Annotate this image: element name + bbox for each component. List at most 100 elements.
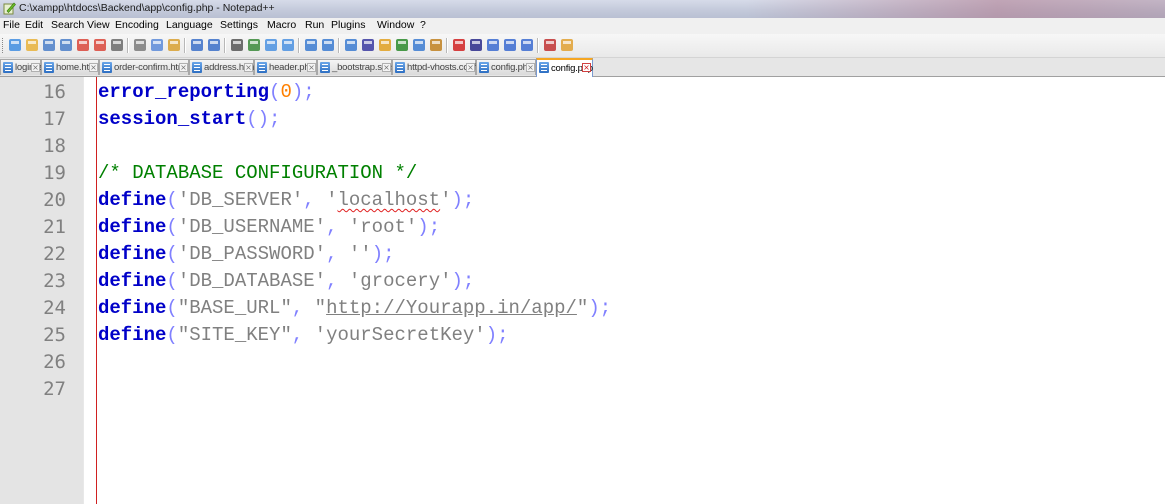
close-tab-icon[interactable]: ×: [526, 63, 535, 72]
tab-config-php[interactable]: config.php ×: [476, 59, 536, 75]
tab-config-php-active[interactable]: config.php ×: [536, 58, 593, 77]
code-line[interactable]: define("BASE_URL", "http://Yourapp.in/ap…: [98, 295, 611, 322]
stop-macro-icon[interactable]: [468, 37, 484, 53]
menu-window[interactable]: Window: [377, 19, 414, 31]
close-tab-icon[interactable]: ×: [582, 63, 591, 72]
code-token: define: [98, 270, 167, 292]
sync-horizontal-icon[interactable]: [320, 37, 336, 53]
code-line[interactable]: define('DB_PASSWORD', '');: [98, 241, 395, 268]
plugin-icon[interactable]: [559, 37, 575, 53]
menu-run[interactable]: Run: [305, 19, 324, 31]
code-token: ,: [291, 324, 315, 346]
code-line[interactable]: error_reporting(0);: [98, 79, 315, 106]
menu-search[interactable]: Search: [51, 19, 84, 31]
zoom-in-icon[interactable]: [263, 37, 279, 53]
function-list-icon[interactable]: [411, 37, 427, 53]
print-icon[interactable]: [109, 37, 125, 53]
code-token: );: [588, 297, 612, 319]
indent-guide-icon[interactable]: [377, 37, 393, 53]
run-macro-multiple-icon[interactable]: [502, 37, 518, 53]
undo-icon[interactable]: [189, 37, 205, 53]
file-icon: [479, 62, 489, 73]
close-tab-icon[interactable]: ×: [466, 63, 475, 72]
record-macro-icon[interactable]: [451, 37, 467, 53]
editor[interactable]: 16 17 18 19 20 21 22 23 24 25 26 27 error_reporting…: [0, 77, 1165, 504]
replace-icon[interactable]: [246, 37, 262, 53]
zoom-out-icon[interactable]: [280, 37, 296, 53]
code-line[interactable]: define('DB_USERNAME', 'root');: [98, 214, 440, 241]
tab-address-html[interactable]: address.html ×: [189, 59, 256, 75]
code-token: 'DB_USERNAME': [177, 216, 327, 238]
close-icon[interactable]: [75, 37, 91, 53]
close-tab-icon[interactable]: ×: [307, 63, 316, 72]
line-number: 26: [43, 351, 66, 373]
tab-bar: login.ts × home.html × order-confirm.htm…: [0, 58, 1165, 77]
tab-header-php[interactable]: header.php ×: [254, 59, 317, 75]
paste-icon[interactable]: [166, 37, 182, 53]
tab-bootstrap-scss[interactable]: _bootstrap.scss ×: [317, 59, 396, 75]
file-icon: [44, 62, 54, 73]
play-macro-icon[interactable]: [485, 37, 501, 53]
code-token: );: [417, 216, 441, 238]
code-token: define: [98, 243, 167, 265]
toolbar-separator: [224, 38, 226, 53]
code-line[interactable]: define("SITE_KEY", 'yourSecretKey');: [98, 322, 509, 349]
spell-check-icon[interactable]: [542, 37, 558, 53]
menu-bar: File Edit Search View Encoding Language …: [0, 18, 1165, 34]
show-all-chars-icon[interactable]: [360, 37, 376, 53]
code-line[interactable]: /* DATABASE CONFIGURATION */: [98, 160, 417, 187]
close-tab-icon[interactable]: ×: [179, 63, 188, 72]
code-line[interactable]: define('DB_SERVER', 'localhost');: [98, 187, 474, 214]
notepadpp-icon: [3, 2, 16, 15]
menu-encoding[interactable]: Encoding: [115, 19, 159, 31]
code-token: );: [371, 243, 395, 265]
menu-macro[interactable]: Macro: [267, 19, 296, 31]
save-macro-icon[interactable]: [519, 37, 535, 53]
close-tab-icon[interactable]: ×: [89, 63, 98, 72]
close-tab-icon[interactable]: ×: [382, 63, 391, 72]
menu-language[interactable]: Language: [166, 19, 213, 31]
line-number: 23: [43, 270, 66, 292]
menu-edit[interactable]: Edit: [25, 19, 43, 31]
save-icon[interactable]: [41, 37, 57, 53]
line-number: 22: [43, 243, 66, 265]
sync-vertical-icon[interactable]: [303, 37, 319, 53]
close-all-icon[interactable]: [92, 37, 108, 53]
fold-margin: [83, 77, 84, 504]
tab-order-confirm-html[interactable]: order-confirm.html ×: [99, 59, 189, 75]
word-wrap-icon[interactable]: [343, 37, 359, 53]
find-icon[interactable]: [229, 37, 245, 53]
doc-map-icon[interactable]: [394, 37, 410, 53]
folder-workspace-icon[interactable]: [428, 37, 444, 53]
cut-icon[interactable]: [132, 37, 148, 53]
save-all-icon[interactable]: [58, 37, 74, 53]
menu-settings[interactable]: Settings: [220, 19, 258, 31]
redo-icon[interactable]: [206, 37, 222, 53]
menu-help[interactable]: ?: [420, 19, 426, 31]
toolbar-separator: [338, 38, 340, 53]
code-token: 0: [280, 81, 292, 103]
tab-home-html[interactable]: home.html ×: [41, 59, 99, 75]
code-token: (: [166, 270, 178, 292]
tab-httpd-vhosts-conf[interactable]: httpd-vhosts.conf ×: [392, 59, 476, 75]
code-token: define: [98, 297, 167, 319]
toolbar-grip: [2, 38, 5, 53]
file-icon: [3, 62, 13, 73]
code-token: );: [291, 81, 315, 103]
new-file-icon[interactable]: [7, 37, 23, 53]
open-file-icon[interactable]: [24, 37, 40, 53]
copy-icon[interactable]: [149, 37, 165, 53]
close-tab-icon[interactable]: ×: [31, 63, 40, 72]
code-token: (: [166, 216, 178, 238]
code-line[interactable]: session_start();: [98, 106, 280, 133]
file-icon: [395, 62, 405, 73]
code-line[interactable]: define('DB_DATABASE', 'grocery');: [98, 268, 474, 295]
menu-view[interactable]: View: [87, 19, 110, 31]
close-tab-icon[interactable]: ×: [244, 63, 253, 72]
toolbar: [0, 34, 1165, 58]
tab-login-ts[interactable]: login.ts ×: [0, 59, 44, 75]
menu-file[interactable]: File: [3, 19, 20, 31]
menu-plugins[interactable]: Plugins: [331, 19, 365, 31]
code-token: define: [98, 189, 167, 211]
code-token: error_reporting: [98, 81, 270, 103]
